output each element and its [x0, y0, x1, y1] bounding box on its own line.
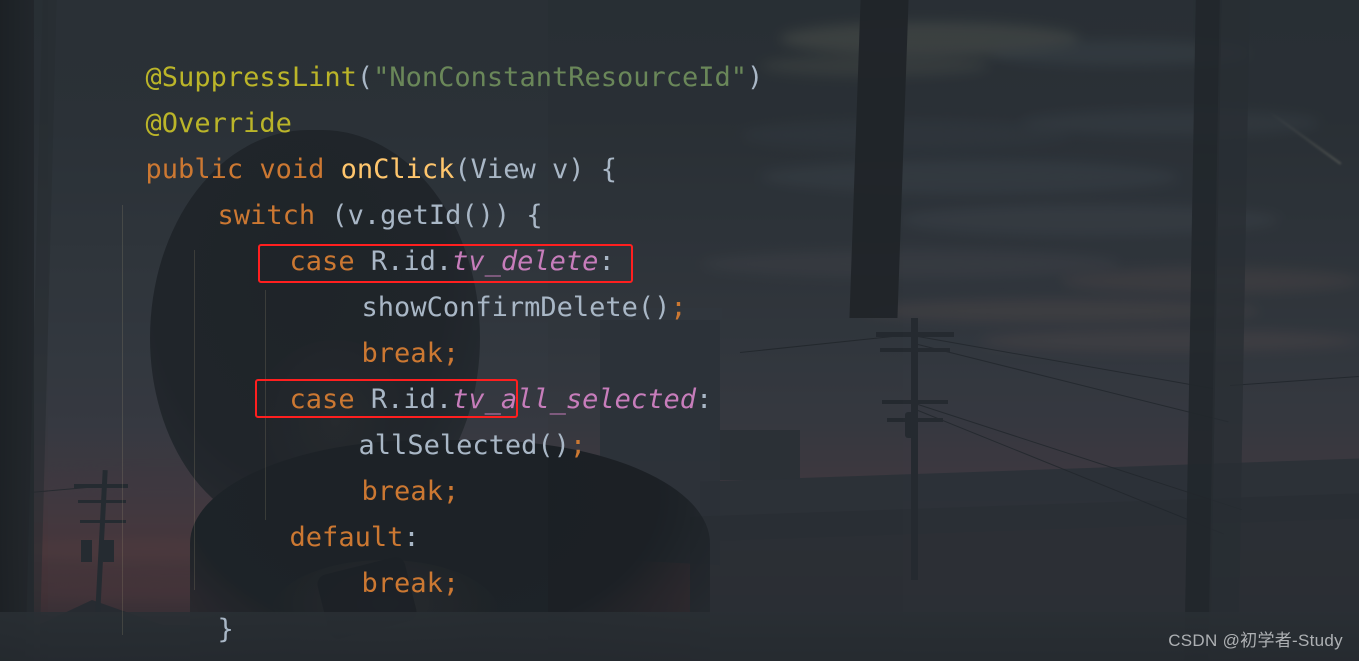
- code-line[interactable]: }: [48, 607, 162, 661]
- token-parens: (): [537, 430, 570, 461]
- token-string: "NonConstantResourceId": [373, 62, 748, 93]
- token-semicolon: ;: [442, 568, 460, 599]
- token-semicolon: ;: [442, 476, 460, 507]
- token-punctuation: (: [356, 62, 374, 93]
- code-line[interactable]: case R.id.tv_delete:: [192, 193, 615, 277]
- code-line[interactable]: public void onClick(View v) {: [48, 101, 617, 185]
- token-semicolon: ;: [670, 292, 687, 323]
- token-brace: }: [217, 614, 234, 645]
- token-keyword: break: [361, 568, 443, 599]
- code-line[interactable]: switch (v.getId()) {: [120, 147, 543, 231]
- code-editor-screenshot: @SuppressLint("NonConstantResourceId") @…: [0, 0, 1359, 661]
- code-line[interactable]: @Override: [48, 55, 292, 139]
- token-punctuation: :: [695, 384, 713, 415]
- token-parens: (): [637, 292, 671, 323]
- token-punctuation: ): [747, 62, 764, 93]
- code-line[interactable]: case R.id.tv_all_selected:: [192, 331, 713, 415]
- code-line[interactable]: break;: [264, 423, 460, 507]
- code-line[interactable]: break;: [264, 285, 460, 369]
- code-line[interactable]: @SuppressLint("NonConstantResourceId"): [48, 9, 764, 93]
- code-line-highlighted[interactable]: allSelected();: [261, 377, 587, 461]
- code-line[interactable]: }: [120, 561, 234, 645]
- code-line[interactable]: break;: [264, 515, 460, 599]
- code-line-highlighted[interactable]: showConfirmDelete();: [264, 239, 687, 323]
- code-line[interactable]: default:: [192, 469, 420, 553]
- csdn-watermark: CSDN @初学者-Study: [1168, 631, 1343, 650]
- token-semicolon: ;: [569, 430, 587, 461]
- code-block[interactable]: @SuppressLint("NonConstantResourceId") @…: [0, 0, 1359, 661]
